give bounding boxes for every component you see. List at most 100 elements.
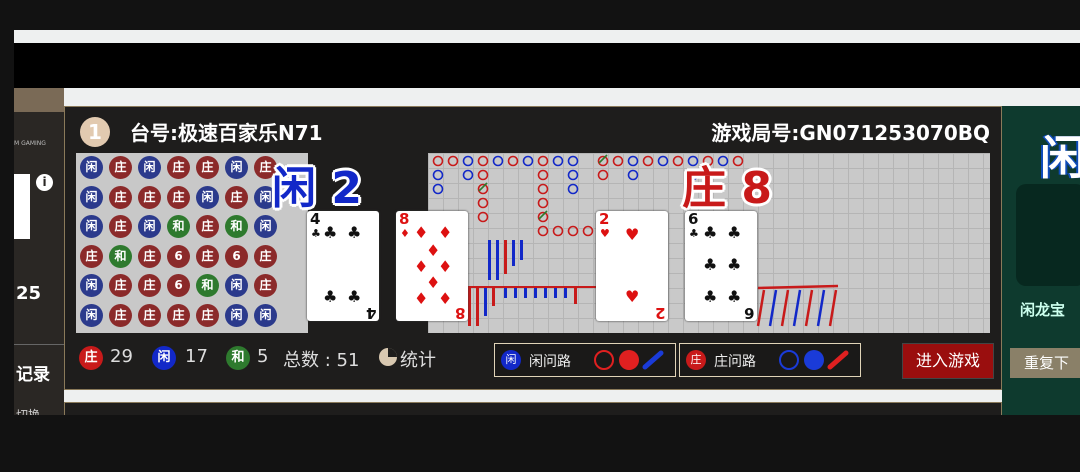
road-mark (768, 289, 778, 327)
top-banner (14, 43, 1080, 88)
road-mark (567, 183, 579, 195)
road-mark (492, 155, 504, 167)
road-mark (432, 183, 444, 195)
sidebar-count: 25 (16, 283, 42, 304)
player-count-badge: 闲 (152, 346, 176, 370)
tie-count: 5 (257, 346, 269, 367)
stats-link[interactable]: 统计 (400, 346, 436, 372)
road-mark (567, 155, 579, 167)
road-mark (780, 289, 790, 327)
next-table-panel[interactable]: 闲 闲龙宝 重复下 (1002, 106, 1080, 415)
bead-road-cell: 和 (196, 274, 219, 297)
club-icon: ♣ (703, 287, 718, 306)
bead-road-cell: 庄 (196, 244, 219, 268)
next-table-row[interactable] (64, 402, 1002, 416)
player-card-2: 8 ♦ ♦ ♦ ♦ ♦ ♦ ♦ ♦ ♦ 8 (396, 210, 468, 322)
bead-road-cell: 庄 (109, 156, 132, 179)
game-round-id: 游戏局号:GN071253070BQ (711, 121, 990, 145)
banker-score: 8 (741, 163, 772, 214)
total-count: 总数 : 51 (283, 350, 360, 371)
player-ask-road-label: 闲问路 (529, 354, 571, 370)
road-mark (496, 240, 499, 280)
pie-chart-icon[interactable] (377, 346, 399, 368)
road-mark (552, 225, 564, 237)
bead-road-cell: 闲 (225, 274, 248, 297)
road-mark (597, 155, 609, 167)
sidebar-sub-link[interactable]: 切换 (16, 406, 40, 415)
player-ask-road-button[interactable]: 闲 闲问路 (494, 343, 676, 377)
road-mark (537, 183, 549, 195)
banker-card-1: 2 ♥ ♥ ♥ 2 (596, 210, 668, 322)
road-mark (537, 169, 549, 181)
road-mark (657, 155, 669, 167)
card-rank: 8 (399, 210, 410, 228)
player-card-1: 4 ♣ ♣ ♣ ♣ ♣ 4 (307, 211, 379, 322)
card-rank: 2 (599, 210, 610, 228)
road-mark (582, 225, 594, 237)
bead-road-cell: 闲 (225, 303, 248, 327)
banker-badge: 庄 (686, 350, 706, 370)
repeat-bet-button[interactable]: 重复下 (1010, 348, 1080, 378)
bead-road-cell: 闲 (196, 185, 219, 209)
banker-score-label: 庄 8 (682, 152, 772, 216)
road-mark (477, 183, 489, 195)
road-mark (462, 169, 474, 181)
player-count: 17 (185, 346, 208, 367)
card-rank-bottom: 2 (654, 304, 665, 322)
bead-road-cell: 庄 (196, 215, 219, 238)
bead-road-cell: 庄 (167, 185, 190, 209)
club-icon: ♣ (323, 223, 338, 242)
bead-road-cell: 庄 (109, 303, 132, 327)
road-mark (828, 289, 838, 327)
heart-icon: ♥ (600, 227, 610, 240)
bead-road-cell: 庄 (109, 274, 132, 297)
bead-road-cell: 闲 (80, 156, 103, 179)
banker-ask-road-button[interactable]: 庄 庄问路 (679, 343, 861, 377)
road-prediction-icons (779, 350, 849, 370)
diamond-icon: ♦ (438, 223, 453, 242)
dragon-bonus-label[interactable]: 闲龙宝 (1020, 299, 1065, 320)
next-table-player-label: 闲 (1040, 131, 1080, 185)
bead-road-cell: 闲 (138, 215, 161, 238)
diamond-icon: ♦ (400, 227, 410, 240)
road-mark (484, 286, 487, 316)
bottom-bar (0, 415, 1080, 472)
info-icon[interactable]: i (36, 174, 53, 191)
bead-road-cell: 庄 (167, 156, 190, 179)
road-mark (612, 155, 624, 167)
bead-road-cell: 和 (225, 215, 248, 238)
diamond-icon: ♦ (414, 289, 429, 308)
left-sidebar: M GAMING i 25 记录 切换 (14, 88, 64, 415)
road-mark (537, 225, 549, 237)
enter-game-button[interactable]: 进入游戏 (902, 343, 994, 379)
bead-road-cell: 庄 (109, 185, 132, 209)
tie-count-badge: 和 (226, 346, 250, 370)
road-mark (477, 155, 489, 167)
road-mark (537, 211, 549, 223)
card-rank: 6 (688, 210, 699, 228)
road-mark (627, 169, 639, 181)
bead-road-cell: 庄 (138, 274, 161, 297)
road-mark (642, 155, 654, 167)
bead-road-cell: 庄 (109, 215, 132, 238)
bead-road-cell: 庄 (138, 185, 161, 209)
bead-road-cell: 庄 (196, 156, 219, 179)
record-link[interactable]: 记录 (16, 360, 50, 385)
club-icon: ♣ (311, 227, 321, 240)
club-icon: ♣ (727, 223, 742, 242)
road-mark (504, 240, 507, 274)
club-icon: ♣ (703, 223, 718, 242)
road-mark (462, 155, 474, 167)
banker-card-2: 6 ♣ ♣ ♣ ♣ ♣ ♣ ♣ 6 (685, 210, 757, 322)
club-icon: ♣ (347, 223, 362, 242)
banker-label: 庄 (682, 163, 726, 214)
bead-road-cell: 庄 (80, 244, 103, 268)
road-mark (468, 286, 471, 326)
banker-ask-road-label: 庄问路 (714, 354, 756, 370)
road-mark (476, 286, 479, 326)
road-mark (792, 289, 802, 327)
bead-road-cell: 6 (225, 244, 248, 268)
player-badge: 闲 (501, 350, 521, 370)
club-icon: ♣ (727, 255, 742, 274)
bead-road-cell: 闲 (254, 303, 277, 327)
